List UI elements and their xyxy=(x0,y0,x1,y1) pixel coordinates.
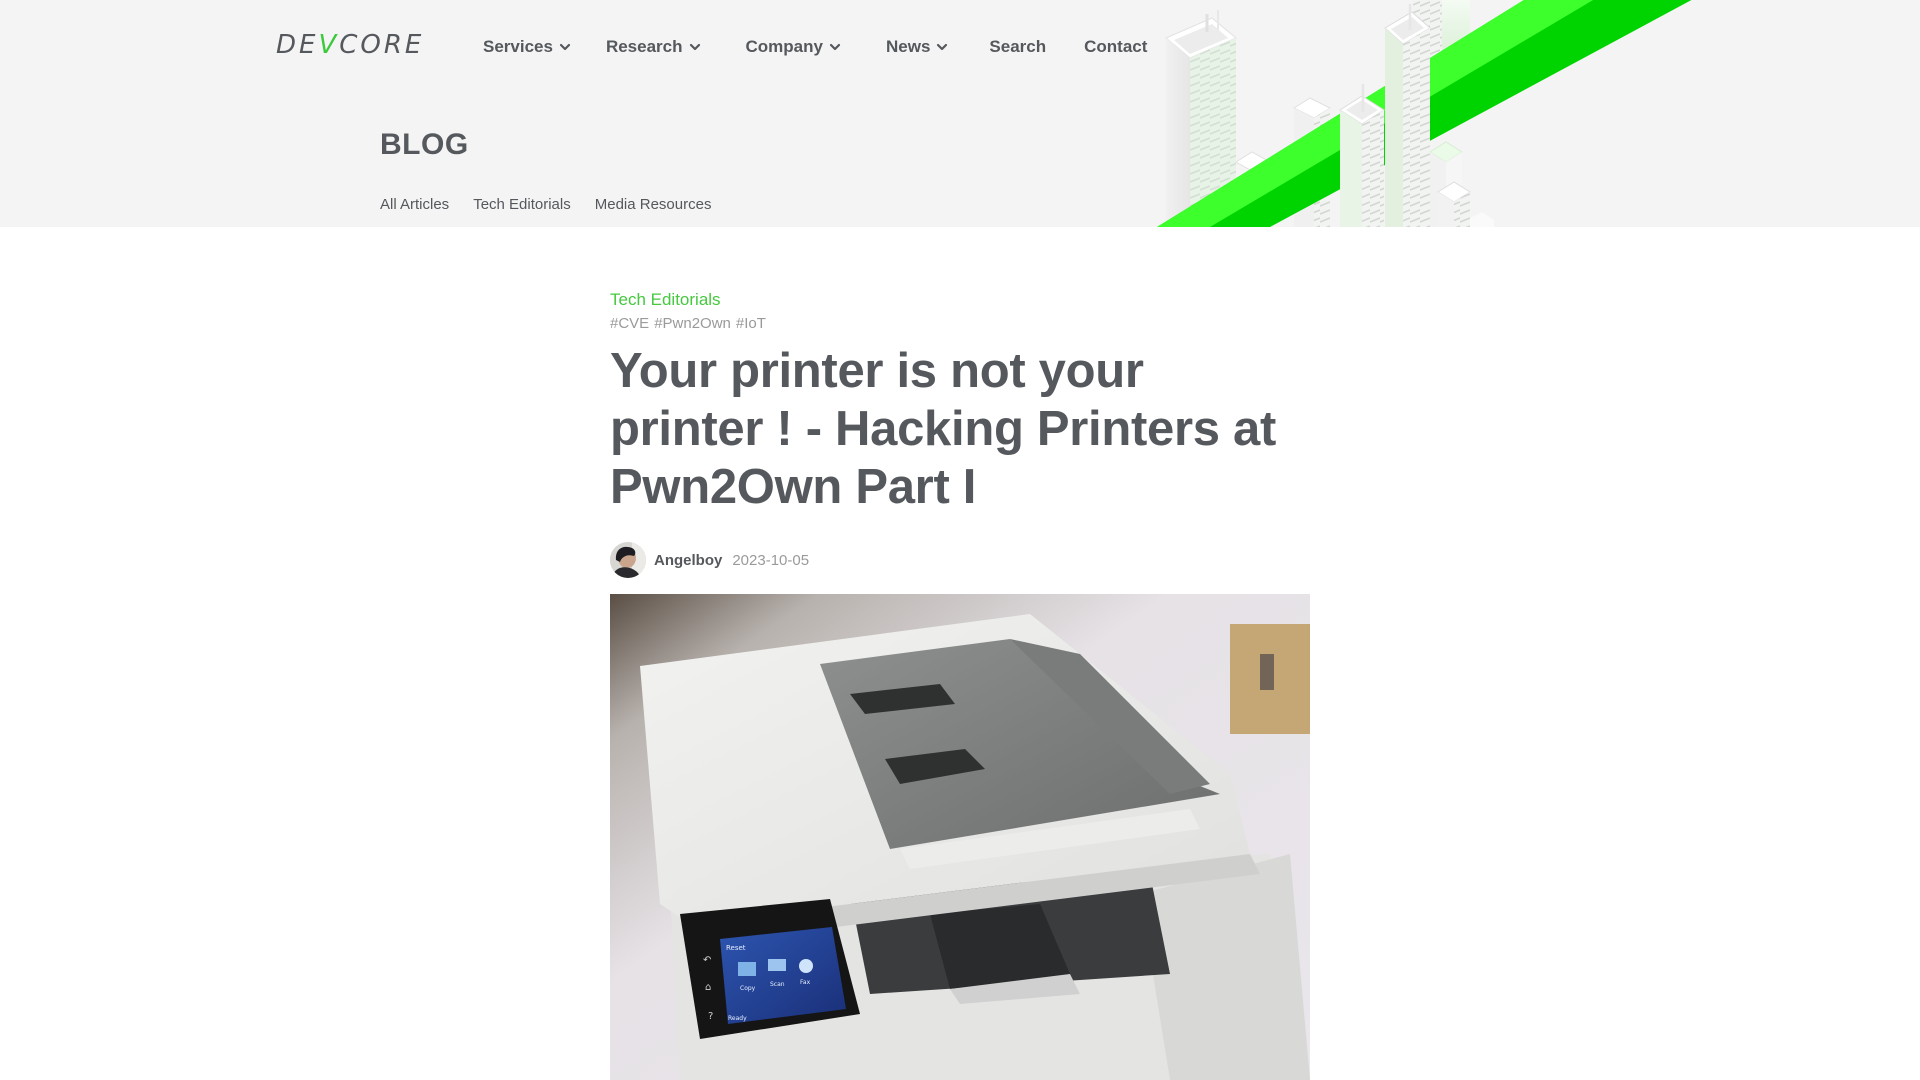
nav-company[interactable]: Company xyxy=(746,37,842,57)
article: Tech Editorials #CVE #Pwn2Own #IoT Your … xyxy=(610,290,1310,578)
building xyxy=(1384,4,1431,227)
building xyxy=(1339,84,1385,227)
subnav-media-resources[interactable]: Media Resources xyxy=(595,196,712,213)
logo-wordmark: DEVCORE xyxy=(276,30,425,60)
screen-label: Reset xyxy=(726,944,746,952)
screen-label: Ready xyxy=(728,1015,747,1022)
blog-section-title: BLOG xyxy=(380,128,469,161)
city-illustration xyxy=(1157,0,1692,227)
subnav-all-articles[interactable]: All Articles xyxy=(380,196,449,213)
chevron-down-icon xyxy=(559,43,571,51)
nav-news[interactable]: News xyxy=(886,37,949,57)
tag-link[interactable]: #IoT xyxy=(736,315,766,332)
site-header: DEVCORE Services Research Company News S… xyxy=(0,0,1920,227)
chevron-down-icon xyxy=(829,43,841,51)
nav-search[interactable]: Search xyxy=(989,37,1046,57)
article-meta: Angelboy 2023-10-05 xyxy=(610,542,1310,578)
nav-label: Company xyxy=(745,37,823,56)
help-icon: ? xyxy=(708,1011,713,1022)
nav-research[interactable]: Research xyxy=(606,37,702,57)
printer-photo: Reset Copy Scan Fax Ready ↶ ⌂ ? xyxy=(610,594,1310,1080)
avatar-photo xyxy=(610,542,646,578)
devcore-logo[interactable]: DEVCORE xyxy=(276,26,424,60)
screen-label: Copy xyxy=(740,985,756,992)
article-tags: #CVE #Pwn2Own #IoT xyxy=(610,315,1310,332)
main-nav: Services Research Company News Search Co… xyxy=(483,35,1147,59)
chevron-down-icon xyxy=(689,43,700,51)
article-hero-image: Reset Copy Scan Fax Ready ↶ ⌂ ? xyxy=(610,594,1310,1080)
blog-subnav: All Articles Tech Editorials Media Resou… xyxy=(380,196,735,213)
screen-label: Fax xyxy=(800,979,811,986)
article-title: Your printer is not your printer ! - Hac… xyxy=(610,344,1276,514)
nav-label: Services xyxy=(483,37,553,56)
building xyxy=(1429,141,1494,227)
screen-label: Scan xyxy=(770,981,785,988)
author-link[interactable]: Angelboy xyxy=(654,552,722,569)
tag-link[interactable]: #Pwn2Own xyxy=(654,315,731,332)
back-icon: ↶ xyxy=(703,955,711,966)
publish-date: 2023-10-05 xyxy=(732,551,810,569)
printer-control-panel: Reset Copy Scan Fax Ready ↶ ⌂ ? xyxy=(680,899,860,1039)
nav-label: Research xyxy=(605,37,683,56)
home-icon: ⌂ xyxy=(705,982,711,993)
nav-contact[interactable]: Contact xyxy=(1084,37,1147,57)
tag-link[interactable]: #CVE xyxy=(610,315,649,332)
author-avatar[interactable] xyxy=(610,542,646,578)
nav-label: News xyxy=(885,37,931,56)
chevron-down-icon xyxy=(937,43,948,51)
subnav-tech-editorials[interactable]: Tech Editorials xyxy=(473,196,571,213)
article-category-link[interactable]: Tech Editorials xyxy=(610,290,721,312)
nav-services[interactable]: Services xyxy=(483,37,572,57)
